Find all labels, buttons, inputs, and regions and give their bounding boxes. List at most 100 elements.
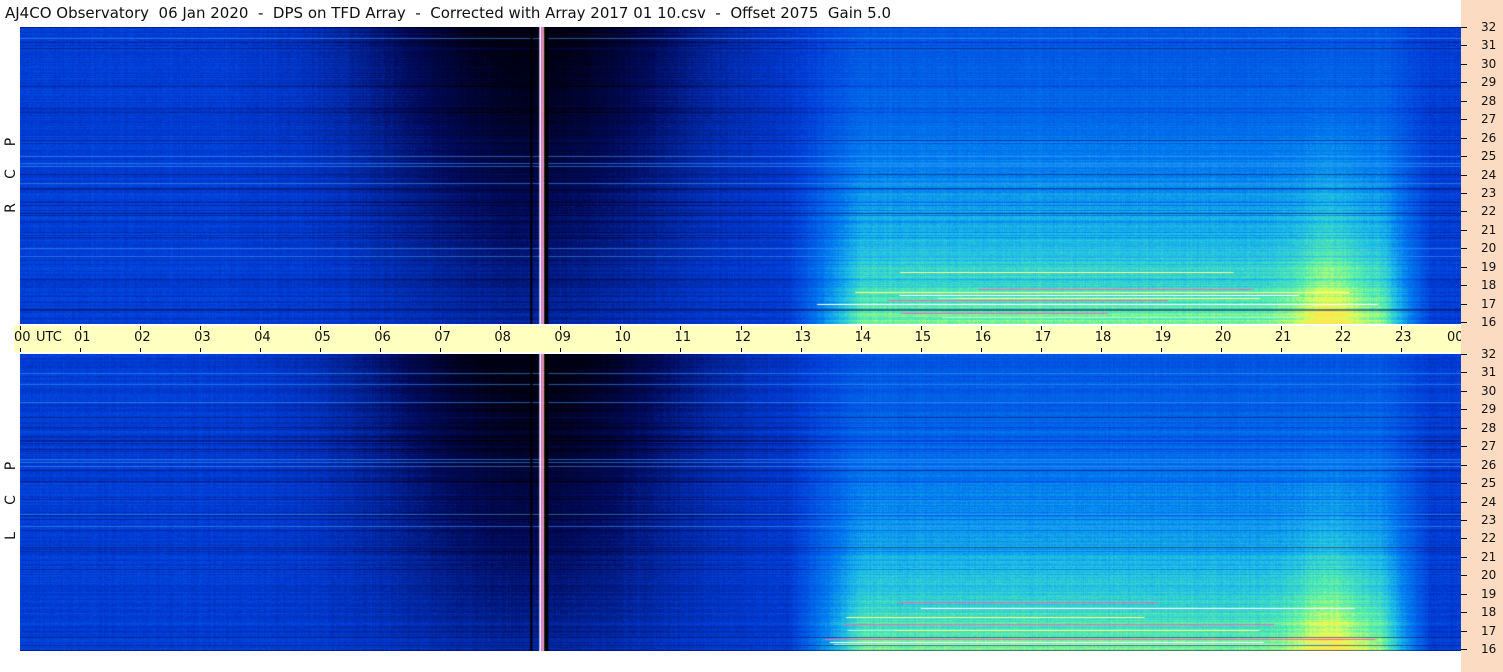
time-tick-label: 02: [134, 330, 151, 345]
time-unit-label: UTC: [36, 330, 62, 345]
frequency-tick: [1461, 63, 1467, 65]
time-tick-label: 03: [194, 330, 211, 345]
frequency-tick-label: 17: [1481, 296, 1497, 311]
frequency-tick-label: 28: [1481, 93, 1497, 108]
frequency-tick: [1461, 82, 1467, 84]
frequency-tick: [1461, 192, 1467, 194]
time-tick: [80, 348, 82, 352]
time-tick: [740, 348, 742, 352]
frequency-tick-label: 20: [1481, 568, 1497, 583]
frequency-tick: [1461, 248, 1467, 250]
time-tick-label: 14: [854, 330, 872, 345]
rcp-spectrogram: [20, 27, 1461, 324]
frequency-tick-label: 26: [1481, 130, 1497, 145]
frequency-tick-label: 22: [1481, 531, 1497, 546]
time-tick: [1400, 348, 1402, 352]
frequency-tick: [1461, 390, 1467, 392]
rcp-label: P C R: [3, 120, 19, 230]
frequency-tick-label: 32: [1481, 347, 1497, 361]
time-tick-label: 12: [734, 330, 752, 345]
frequency-tick-label: 30: [1481, 383, 1497, 398]
time-tick-label: 20: [1214, 330, 1232, 345]
frequency-tick: [1461, 266, 1467, 268]
frequency-tick-label: 28: [1481, 420, 1497, 435]
frequency-tick-label: 22: [1481, 204, 1497, 219]
frequency-tick: [1461, 27, 1467, 28]
time-tick: [860, 348, 862, 352]
frequency-tick-label: 16: [1481, 315, 1497, 329]
frequency-tick: [1461, 322, 1467, 323]
time-tick: [20, 348, 21, 352]
time-tick-label: 21: [1274, 330, 1292, 345]
time-tick: [920, 348, 922, 352]
frequency-tick: [1461, 174, 1467, 176]
lcp-label: P C L: [3, 450, 19, 560]
frequency-axis: 32 31 30 29 28 27 26 25 24 23 22 21 20 19 18 17 16 32 31 30…: [1461, 0, 1503, 672]
frequency-tick-label: 29: [1481, 75, 1497, 90]
time-tick-label: 07: [434, 330, 451, 345]
frequency-tick-label: 18: [1481, 605, 1497, 620]
frequency-tick-label: 16: [1481, 642, 1497, 656]
frequency-tick-label: 24: [1481, 167, 1497, 182]
lcp-spectrogram: [20, 354, 1461, 651]
chart-title: AJ4CO Observatory 06 Jan 2020 - DPS on T…: [5, 4, 892, 22]
time-tick-label: 09: [554, 330, 571, 345]
time-tick: [1340, 348, 1342, 352]
lcp-letter: L: [3, 532, 19, 540]
time-tick: [380, 348, 382, 352]
time-tick: [1280, 348, 1282, 352]
time-tick-label: 00: [14, 330, 31, 345]
frequency-tick: [1461, 229, 1467, 231]
frequency-tick: [1461, 630, 1467, 632]
frequency-tick-label: 27: [1481, 112, 1497, 127]
lcp-letter: C: [3, 495, 19, 505]
time-tick: [1160, 348, 1162, 352]
frequency-tick-label: 25: [1481, 149, 1497, 164]
frequency-tick: [1461, 519, 1467, 521]
time-tick-label: 06: [374, 330, 391, 345]
time-tick: [500, 348, 502, 352]
frequency-tick-label: 32: [1481, 20, 1497, 34]
frequency-tick: [1461, 483, 1467, 485]
time-tick-label: 11: [674, 330, 691, 345]
time-tick-label: 22: [1334, 330, 1352, 345]
frequency-tick: [1461, 593, 1467, 595]
frequency-tick-label: 29: [1481, 402, 1497, 417]
frequency-tick-label: 23: [1481, 512, 1497, 527]
frequency-tick: [1461, 464, 1467, 466]
time-tick-label: 18: [1094, 330, 1112, 345]
frequency-tick: [1461, 303, 1467, 305]
frequency-tick: [1461, 137, 1467, 139]
frequency-tick: [1461, 501, 1467, 503]
time-tick-label: 05: [314, 330, 331, 345]
frequency-tick: [1461, 649, 1467, 650]
frequency-tick: [1461, 45, 1467, 47]
time-tick: [1040, 348, 1042, 352]
time-tick-label: 16: [974, 330, 992, 345]
frequency-tick: [1461, 575, 1467, 577]
frequency-tick-label: 18: [1481, 278, 1497, 293]
frequency-tick: [1461, 354, 1467, 355]
time-tick-label: 13: [794, 330, 812, 345]
frequency-tick: [1461, 409, 1467, 411]
frequency-tick: [1461, 119, 1467, 121]
frequency-tick: [1461, 556, 1467, 558]
time-tick-label: 17: [1034, 330, 1052, 345]
frequency-tick-label: 30: [1481, 56, 1497, 71]
time-tick-label: 15: [914, 330, 932, 345]
frequency-tick: [1461, 372, 1467, 374]
time-tick: [260, 348, 262, 352]
frequency-tick-label: 24: [1481, 494, 1497, 509]
frequency-tick: [1461, 285, 1467, 287]
time-tick: [680, 348, 682, 352]
frequency-tick: [1461, 427, 1467, 429]
time-tick: [560, 348, 562, 352]
frequency-tick-label: 26: [1481, 457, 1497, 472]
lcp-letter: P: [3, 461, 19, 471]
time-tick: [1100, 348, 1102, 352]
frequency-tick-label: 27: [1481, 439, 1497, 454]
time-tick-label: 10: [614, 330, 631, 345]
frequency-tick: [1461, 211, 1467, 213]
time-tick-label: 08: [494, 330, 511, 345]
time-axis: 00 01 02 03 04 05 06 07 08 09 10 11 12 13 14 15 16 17 18 19…: [14, 326, 1491, 352]
